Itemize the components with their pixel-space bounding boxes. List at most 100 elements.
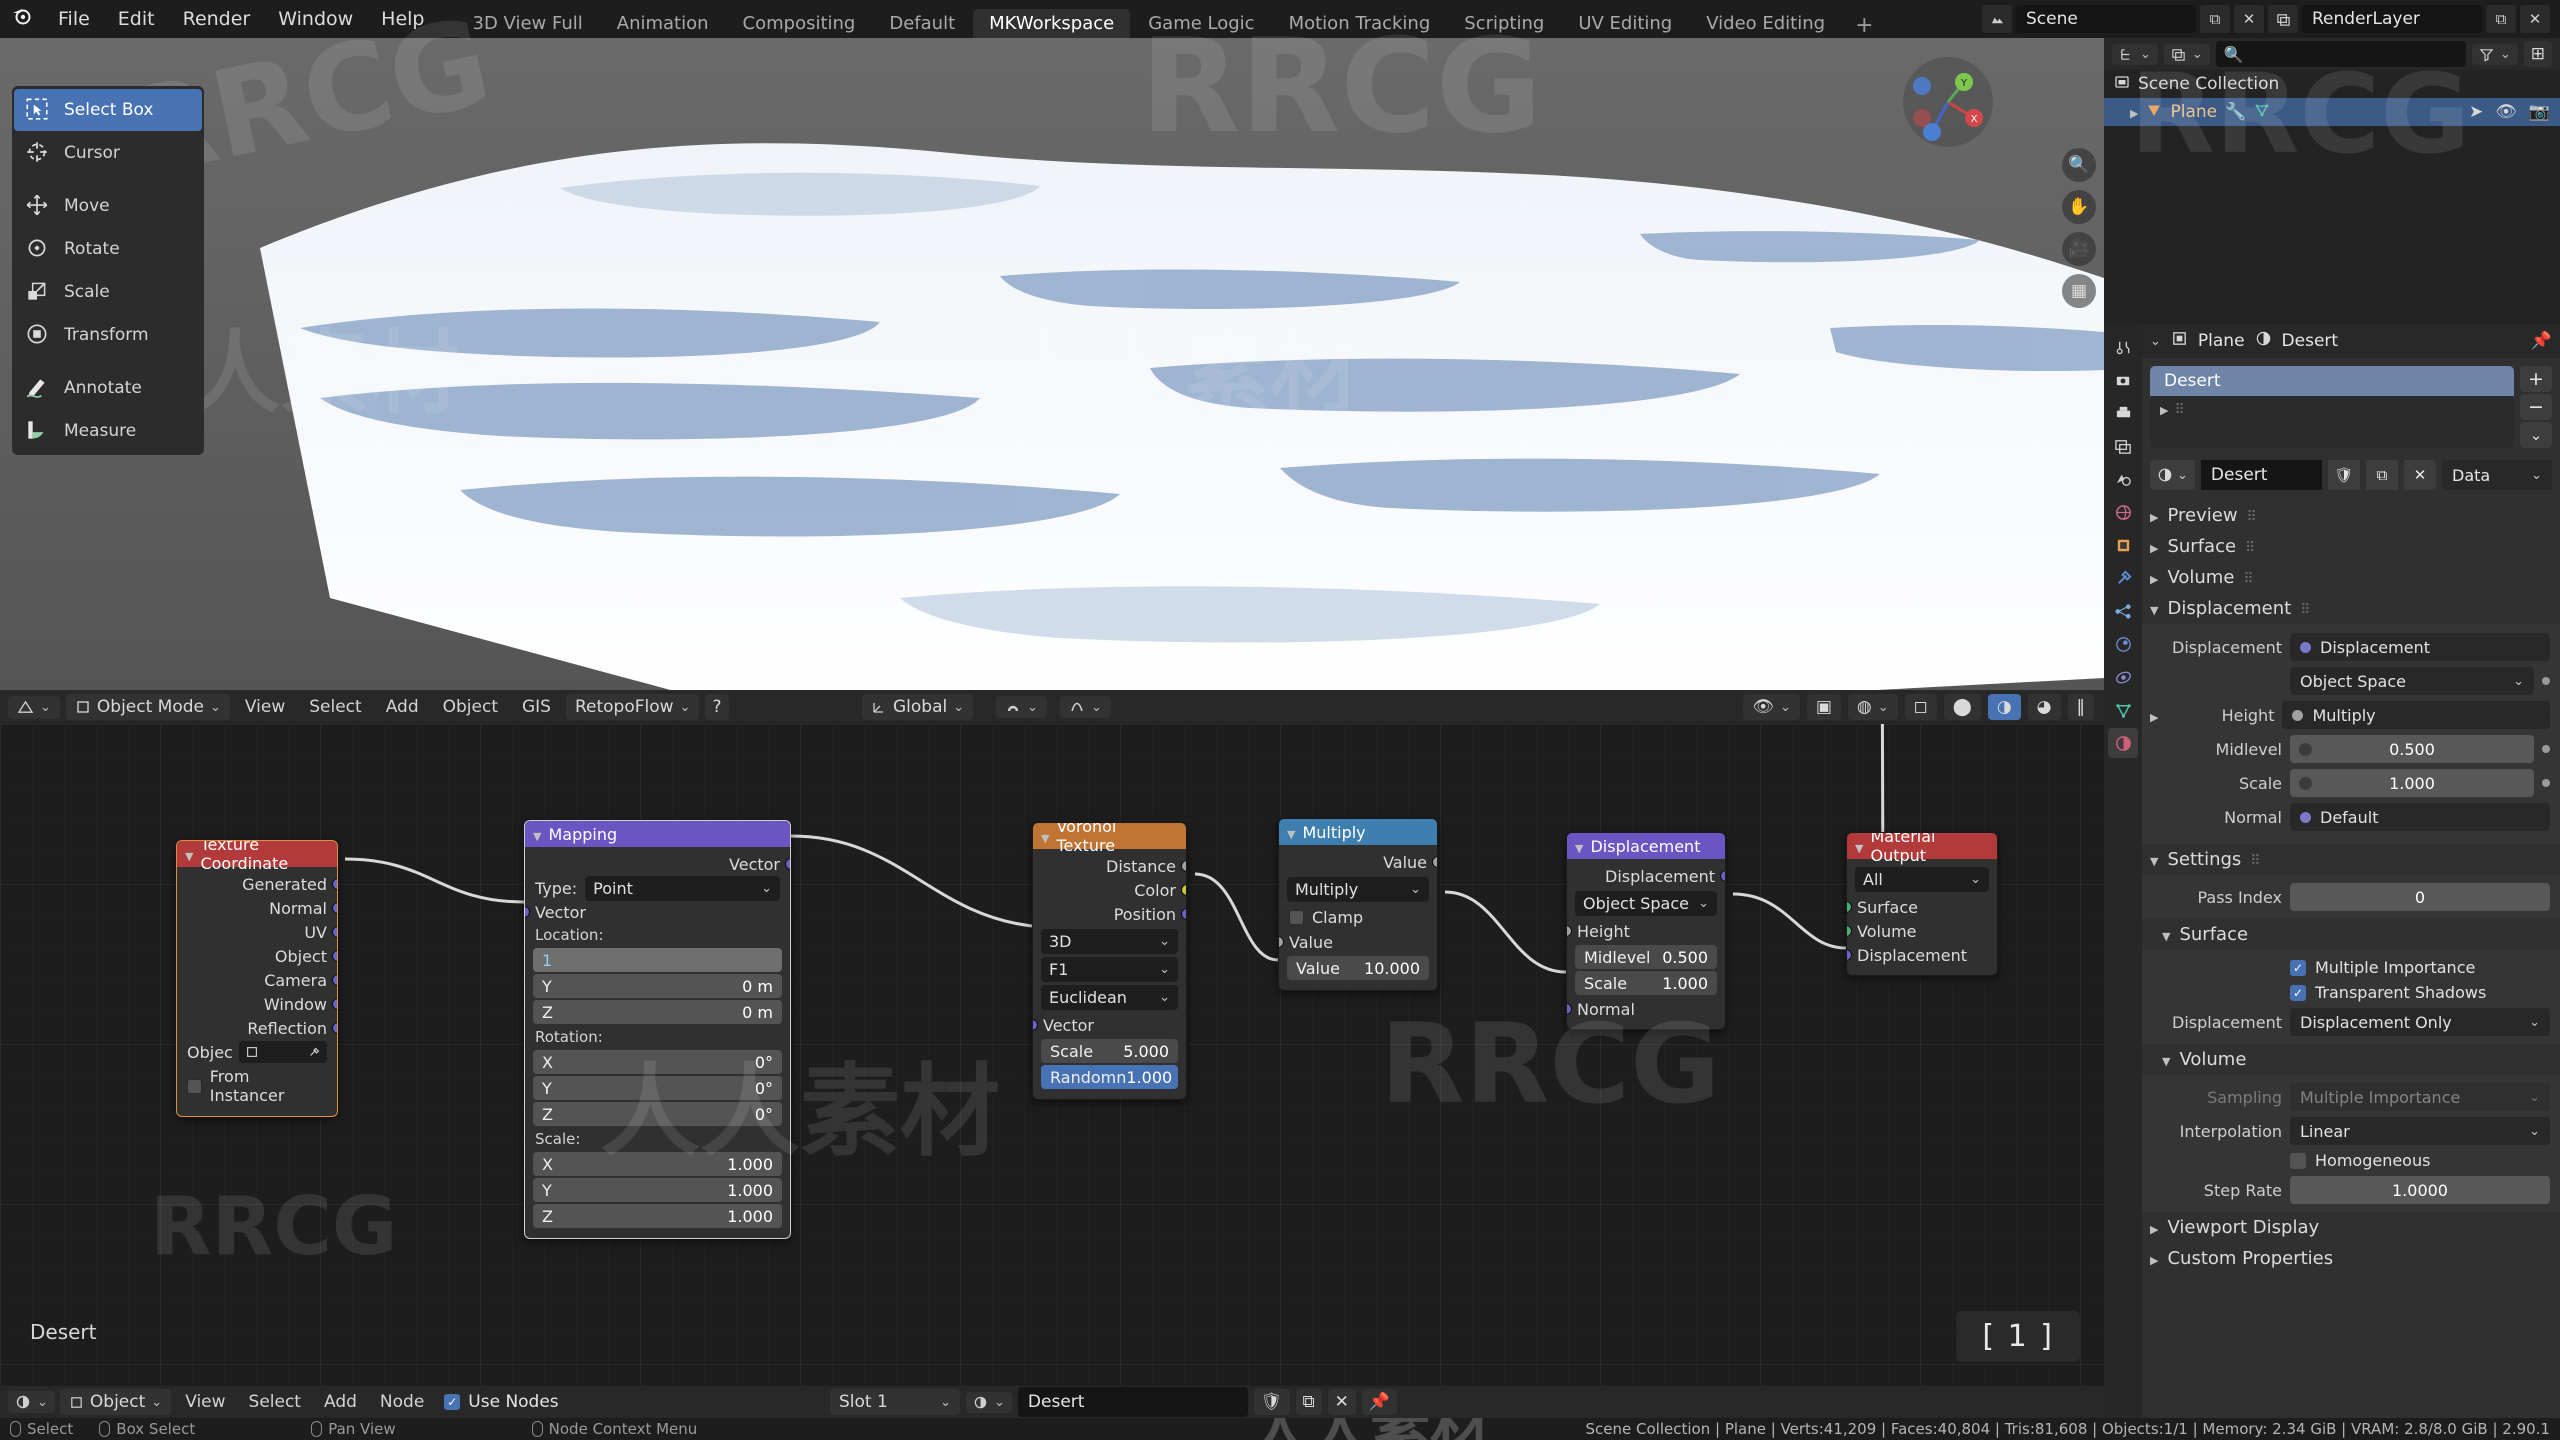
scene-browse-icon[interactable] xyxy=(1982,5,2012,33)
shader-type-selector[interactable]: Object ⌄ xyxy=(59,1389,172,1415)
socket-vector-in[interactable]: Vector xyxy=(525,900,790,924)
zoom-icon[interactable]: 🔍 xyxy=(2062,148,2096,182)
workspace-tab-scripting[interactable]: Scripting xyxy=(1448,9,1560,38)
menu-window[interactable]: Window xyxy=(264,0,367,38)
mesh-data-icon[interactable] xyxy=(2254,102,2270,123)
node-mapping[interactable]: Mapping Vector Type: Point⌄ Vector Locat… xyxy=(524,820,791,1239)
voronoi-scale-field[interactable]: Scale 5.000 xyxy=(1041,1039,1178,1063)
checkbox-box[interactable]: ✓ xyxy=(444,1394,461,1410)
socket-dot[interactable] xyxy=(1847,925,1852,937)
viewport-menu-gis[interactable]: GIS xyxy=(513,694,560,720)
normal-value[interactable]: Default xyxy=(2290,803,2550,831)
node-math-multiply[interactable]: Multiply Value Multiply⌄ Clamp Value Val… xyxy=(1278,818,1438,991)
socket-dot[interactable] xyxy=(332,998,337,1010)
interpolation-select[interactable]: Linear ⌄ xyxy=(2290,1117,2550,1145)
outliner-row-plane[interactable]: Plane 🔧 ➤ 👁 📷 xyxy=(2104,98,2560,126)
socket-dot[interactable] xyxy=(1847,949,1852,961)
socket-height-in[interactable]: Height xyxy=(1567,919,1725,943)
displacement-space-select[interactable]: Object Space ⌄ xyxy=(2290,667,2534,695)
voronoi-feature-select[interactable]: F1 ⌄ xyxy=(1041,957,1178,982)
pin-icon[interactable]: 📌 xyxy=(1361,1389,1398,1415)
socket-surface-in[interactable]: Surface xyxy=(1847,895,1997,919)
question-icon[interactable]: ? xyxy=(705,694,729,720)
render-camera-icon[interactable]: 📷 xyxy=(2529,102,2550,122)
collapse-icon[interactable] xyxy=(1855,837,1863,856)
node-header[interactable]: Texture Coordinate xyxy=(177,841,337,873)
editor-menu-icon[interactable]: ⌄ xyxy=(2150,334,2161,349)
socket-dot[interactable] xyxy=(332,926,337,938)
view-layer-browse-icon[interactable] xyxy=(2268,5,2298,33)
sampling-select[interactable]: Multiple Importance ⌄ xyxy=(2290,1083,2550,1111)
view-layer-icon[interactable]: ⌄ xyxy=(2163,43,2210,65)
socket-dot[interactable] xyxy=(1847,901,1852,913)
collapse-icon[interactable] xyxy=(2150,598,2158,619)
proportional-edit-icon[interactable]: ⌄ xyxy=(1060,696,1111,718)
socket-color[interactable]: Color xyxy=(1033,878,1186,902)
voronoi-dimensions-select[interactable]: 3D ⌄ xyxy=(1041,929,1178,954)
scale-z-field[interactable]: Z 1.000 xyxy=(533,1204,782,1228)
socket-dot[interactable] xyxy=(1279,936,1284,948)
location-y-field[interactable]: Y0 m xyxy=(533,974,782,998)
node-menu-select[interactable]: Select xyxy=(240,1389,310,1415)
slot-menu-button[interactable]: ⌄ xyxy=(2520,422,2552,448)
tab-mesh-data[interactable] xyxy=(2108,695,2138,725)
node-header[interactable]: Displacement xyxy=(1567,833,1725,859)
object-mode-selector[interactable]: Object Mode ⌄ xyxy=(65,694,230,720)
shader-node-editor[interactable]: Texture Coordinate Generated Normal UV O… xyxy=(0,724,2104,1386)
breadcrumb-material[interactable]: Desert xyxy=(2282,331,2339,351)
node-header[interactable]: Mapping xyxy=(525,821,790,847)
add-workspace-button[interactable]: + xyxy=(1843,13,1885,38)
filter-icon[interactable]: ⌄ xyxy=(2471,43,2518,65)
modifier-wrench-icon[interactable]: 🔧 xyxy=(2225,102,2246,122)
pin-icon[interactable]: 📌 xyxy=(2531,331,2552,351)
viewport-menu-select[interactable]: Select xyxy=(300,694,370,720)
shading-material-icon[interactable]: ◑ xyxy=(1987,694,2021,720)
rotation-x-field[interactable]: X 0° xyxy=(533,1050,782,1074)
tab-particles[interactable] xyxy=(2108,596,2138,626)
socket-dot[interactable] xyxy=(332,902,337,914)
shading-solid-icon[interactable]: ⬤ xyxy=(1943,694,1981,720)
new-collection-icon[interactable]: ⊞ xyxy=(2523,41,2552,67)
outliner-row-scene-collection[interactable]: Scene Collection xyxy=(2104,70,2560,98)
checkbox-box[interactable]: ✓ xyxy=(2290,984,2306,1001)
rotation-z-field[interactable]: Z 0° xyxy=(533,1102,782,1126)
checkbox-box[interactable] xyxy=(187,1078,202,1094)
from-instancer-checkbox[interactable]: From Instancer xyxy=(177,1064,337,1108)
socket-dot[interactable] xyxy=(1033,1019,1038,1031)
outliner-search-input[interactable]: 🔍 xyxy=(2215,41,2466,67)
midlevel-slider[interactable]: 0.500 xyxy=(2290,735,2534,763)
section-volume[interactable]: Volume xyxy=(2142,562,2560,593)
collapse-icon[interactable] xyxy=(185,845,193,864)
socket-window[interactable]: Window xyxy=(177,992,337,1016)
blender-logo-icon[interactable] xyxy=(0,4,44,34)
socket-displacement-in[interactable]: Displacement xyxy=(1847,943,1997,967)
object-picker-row[interactable]: Objec xyxy=(177,1040,337,1064)
slot-selector[interactable]: Slot 1 ⌄ xyxy=(830,1389,960,1415)
socket-volume-in[interactable]: Volume xyxy=(1847,919,1997,943)
height-value[interactable]: Multiply xyxy=(2282,701,2550,729)
xray-icon[interactable]: ▣ xyxy=(1806,694,1841,720)
tool-measure[interactable]: Measure xyxy=(14,410,202,452)
workspace-tab-default[interactable]: Default xyxy=(873,9,971,38)
3d-viewport[interactable]: Select Box Cursor Move Rotate Scale Tran… xyxy=(0,38,2104,718)
tab-world[interactable] xyxy=(2108,497,2138,527)
location-z-field[interactable]: Z0 m xyxy=(533,1000,782,1024)
material-browse-icon[interactable]: ⌄ xyxy=(966,1391,1012,1413)
settings-displacement-select[interactable]: Displacement Only ⌄ xyxy=(2290,1008,2550,1036)
shader-editor-icon[interactable]: ⌄ xyxy=(8,1391,55,1413)
tool-select-box[interactable]: Select Box xyxy=(14,89,202,131)
node-voronoi-texture[interactable]: Voronoi Texture Distance Color Position … xyxy=(1032,822,1187,1100)
expand-icon[interactable] xyxy=(2130,102,2138,122)
shading-wireframe-icon[interactable]: ◻ xyxy=(1904,694,1937,720)
socket-dot[interactable] xyxy=(785,858,790,870)
eyedropper-icon[interactable] xyxy=(307,1045,321,1059)
viewport-menu-object[interactable]: Object xyxy=(434,694,507,720)
socket-position[interactable]: Position xyxy=(1033,902,1186,926)
socket-displacement-out[interactable]: Displacement xyxy=(1567,864,1725,888)
properties-panel[interactable]: ⌄ Plane Desert 📌 Desert ▶ ⠿ + − ⌄ ⌄ Dese… xyxy=(2104,324,2560,1418)
socket-value-in-1[interactable]: Value xyxy=(1279,930,1437,954)
workspace-tab-motion-tracking[interactable]: Motion Tracking xyxy=(1273,9,1447,38)
viewport-menu-view[interactable]: View xyxy=(236,694,294,720)
viewport-menu-add[interactable]: Add xyxy=(377,694,428,720)
voronoi-metric-select[interactable]: Euclidean ⌄ xyxy=(1041,985,1178,1010)
